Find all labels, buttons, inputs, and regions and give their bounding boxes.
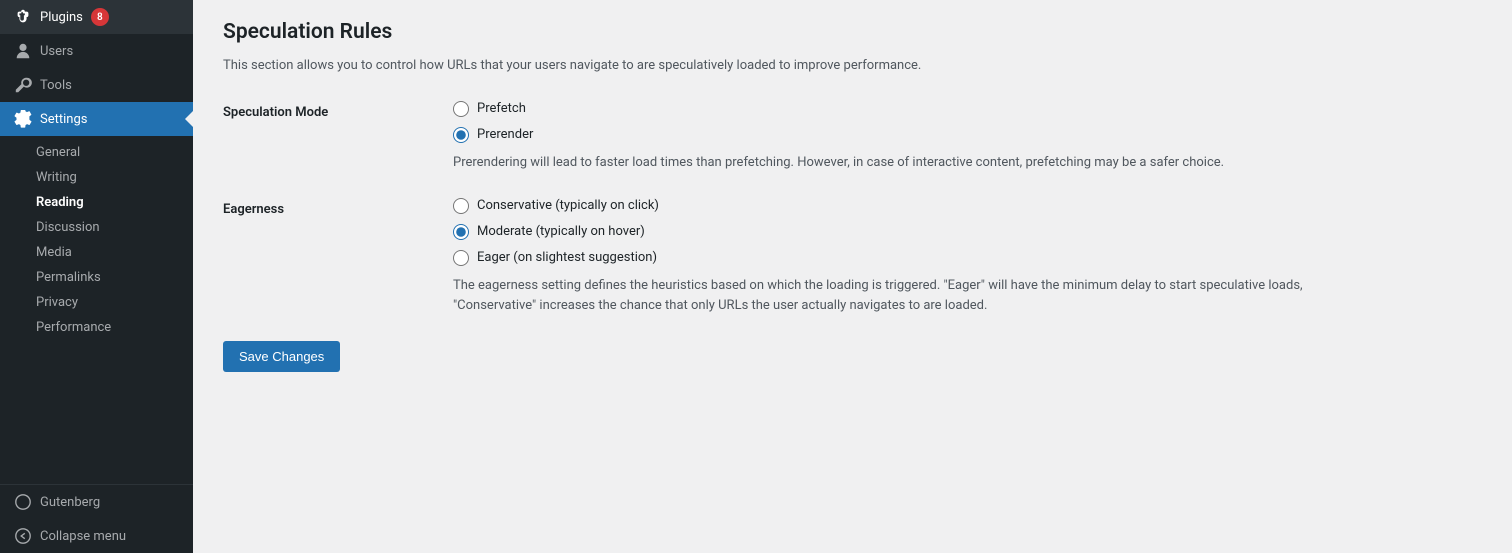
- collapse-icon: [14, 527, 32, 545]
- conservative-radio[interactable]: [453, 198, 469, 214]
- plugins-label: Plugins: [40, 10, 83, 25]
- tools-icon: [14, 76, 32, 94]
- sidebar-item-media[interactable]: Media: [0, 240, 193, 265]
- conservative-option[interactable]: Conservative (typically on click): [453, 198, 1482, 214]
- tools-label: Tools: [40, 78, 72, 93]
- speculation-mode-hint: Prerendering will lead to faster load ti…: [453, 153, 1353, 174]
- gutenberg-icon: [14, 493, 32, 511]
- sidebar-bottom: Gutenberg Collapse menu: [0, 484, 193, 553]
- settings-submenu: General Writing Reading Discussion Media…: [0, 136, 193, 344]
- prerender-label: Prerender: [477, 127, 533, 142]
- speculation-mode-label: Speculation Mode: [223, 101, 453, 120]
- prefetch-label: Prefetch: [477, 101, 526, 116]
- sidebar-item-general[interactable]: General: [0, 140, 193, 165]
- sidebar-item-settings[interactable]: Settings: [0, 102, 193, 136]
- prefetch-option[interactable]: Prefetch: [453, 101, 1482, 117]
- sidebar-item-performance[interactable]: Performance: [0, 315, 193, 340]
- page-title: Speculation Rules: [223, 20, 1482, 44]
- users-label: Users: [40, 44, 73, 59]
- sidebar-item-privacy[interactable]: Privacy: [0, 290, 193, 315]
- sidebar-item-reading[interactable]: Reading: [0, 190, 193, 215]
- prefetch-radio[interactable]: [453, 101, 469, 117]
- save-button[interactable]: Save Changes: [223, 341, 340, 372]
- users-icon: [14, 42, 32, 60]
- moderate-label: Moderate (typically on hover): [477, 224, 645, 239]
- sidebar: Plugins 8 Users Tools Settings General W…: [0, 0, 193, 553]
- page-description: This section allows you to control how U…: [223, 56, 1482, 77]
- eager-option[interactable]: Eager (on slightest suggestion): [453, 250, 1482, 266]
- moderate-radio[interactable]: [453, 224, 469, 240]
- collapse-label: Collapse menu: [40, 529, 126, 544]
- eager-label: Eager (on slightest suggestion): [477, 250, 657, 265]
- prerender-radio[interactable]: [453, 127, 469, 143]
- settings-label: Settings: [40, 112, 87, 127]
- plugins-badge: 8: [91, 8, 109, 26]
- sidebar-item-collapse[interactable]: Collapse menu: [0, 519, 193, 553]
- eagerness-label: Eagerness: [223, 198, 453, 217]
- eagerness-control: Conservative (typically on click) Modera…: [453, 198, 1482, 318]
- main-content: Speculation Rules This section allows yo…: [193, 0, 1512, 553]
- sidebar-item-permalinks[interactable]: Permalinks: [0, 265, 193, 290]
- sidebar-item-plugins[interactable]: Plugins 8: [0, 0, 193, 34]
- speculation-mode-row: Speculation Mode Prefetch Prerender Prer…: [223, 101, 1482, 174]
- sidebar-item-writing[interactable]: Writing: [0, 165, 193, 190]
- eagerness-hint: The eagerness setting defines the heuris…: [453, 276, 1353, 318]
- active-arrow: [185, 111, 193, 127]
- sidebar-item-discussion[interactable]: Discussion: [0, 215, 193, 240]
- eager-radio[interactable]: [453, 250, 469, 266]
- gutenberg-label: Gutenberg: [40, 495, 100, 510]
- prerender-option[interactable]: Prerender: [453, 127, 1482, 143]
- sidebar-item-gutenberg[interactable]: Gutenberg: [0, 485, 193, 519]
- conservative-label: Conservative (typically on click): [477, 198, 659, 213]
- eagerness-row: Eagerness Conservative (typically on cli…: [223, 198, 1482, 318]
- sidebar-item-tools[interactable]: Tools: [0, 68, 193, 102]
- settings-icon: [14, 110, 32, 128]
- sidebar-item-users[interactable]: Users: [0, 34, 193, 68]
- speculation-mode-control: Prefetch Prerender Prerendering will lea…: [453, 101, 1482, 174]
- plugins-icon: [14, 8, 32, 26]
- moderate-option[interactable]: Moderate (typically on hover): [453, 224, 1482, 240]
